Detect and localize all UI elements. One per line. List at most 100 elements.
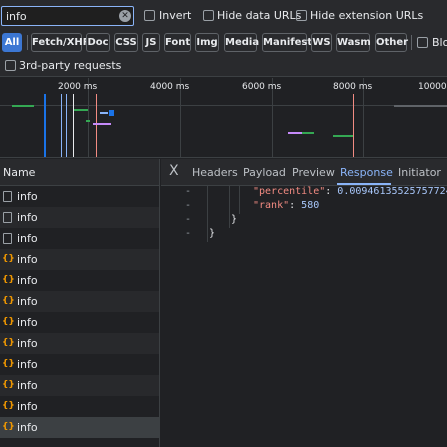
- dom-content-loaded-marker: [44, 94, 46, 157]
- timeline-tick-label: 10000 m: [418, 82, 447, 92]
- xhr-icon: {}: [2, 317, 15, 327]
- request-name: info: [17, 337, 38, 350]
- xhr-icon: {}: [2, 401, 15, 411]
- type-chip-css[interactable]: CSS: [114, 33, 138, 52]
- divider: [27, 35, 28, 50]
- close-icon[interactable]: X: [169, 163, 179, 179]
- request-row[interactable]: {} info: [0, 270, 159, 291]
- request-name: info: [17, 379, 38, 392]
- filter-toolbar: info ✕ Invert Hide data URLs Hide extens…: [0, 0, 447, 31]
- request-row[interactable]: {} info: [0, 291, 159, 312]
- block-requests-label: Blo: [432, 36, 447, 49]
- hide-data-urls-label: Hide data URLs: [217, 9, 302, 22]
- invert-label: Invert: [159, 9, 192, 22]
- tab-response[interactable]: Response: [340, 166, 393, 179]
- type-chip-js[interactable]: JS: [142, 33, 160, 52]
- code-line: - "rank": 580: [161, 200, 447, 214]
- clear-filter-icon[interactable]: ✕: [119, 10, 131, 22]
- request-bar: [333, 135, 353, 137]
- request-row[interactable]: {} info: [0, 333, 159, 354]
- request-name: info: [17, 421, 38, 434]
- request-row[interactable]: {} info: [0, 312, 159, 333]
- type-chip-manifest[interactable]: Manifest: [262, 33, 312, 52]
- request-name: info: [17, 358, 38, 371]
- request-bar: [86, 120, 90, 122]
- closing-brace: }: [231, 214, 238, 225]
- third-party-checkbox[interactable]: [5, 60, 16, 71]
- name-column-header[interactable]: Name: [0, 159, 160, 186]
- load-marker: [66, 94, 67, 157]
- filter-input[interactable]: info ✕: [1, 6, 134, 26]
- request-row[interactable]: {} info: [0, 249, 159, 270]
- divider: [411, 35, 412, 50]
- line-marker: -: [185, 200, 192, 211]
- tab-initiator[interactable]: Initiator: [398, 166, 441, 179]
- request-bar: [93, 123, 111, 125]
- line-marker: -: [185, 228, 192, 239]
- xhr-icon: {}: [2, 296, 15, 306]
- xhr-icon: {}: [2, 380, 15, 390]
- type-chip-img[interactable]: Img: [195, 33, 219, 52]
- type-chip-doc[interactable]: Doc: [86, 33, 110, 52]
- xhr-icon: {}: [2, 359, 15, 369]
- timeline-tick-label: 2000 ms: [58, 82, 98, 92]
- request-bar: [394, 105, 447, 107]
- hide-extension-urls-checkbox[interactable]: [296, 10, 307, 21]
- code-line: - }: [161, 228, 447, 242]
- request-name: info: [17, 211, 38, 224]
- line-marker: -: [185, 186, 192, 197]
- type-chip-font[interactable]: Font: [164, 33, 191, 52]
- third-party-label: 3rd-party requests: [19, 59, 122, 72]
- code-text: "percentile": 0.00946135525757724,: [253, 186, 447, 197]
- type-chip-all[interactable]: All: [2, 33, 22, 52]
- invert-checkbox[interactable]: [144, 10, 155, 21]
- document-icon: [3, 191, 12, 202]
- response-viewer[interactable]: - "percentile": 0.00946135525757724, - "…: [161, 186, 447, 447]
- name-column-label: Name: [3, 166, 36, 179]
- timeline-tick-label: 6000 ms: [242, 82, 282, 92]
- request-row-selected[interactable]: {} info: [0, 417, 159, 438]
- request-name: info: [17, 400, 38, 413]
- filter-input-value: info: [6, 10, 27, 23]
- hide-data-urls-checkbox[interactable]: [203, 10, 214, 21]
- json-number: 580: [301, 200, 320, 211]
- request-bar: [100, 112, 108, 114]
- request-row[interactable]: info: [0, 228, 159, 249]
- request-row[interactable]: {} info: [0, 354, 159, 375]
- request-row[interactable]: info: [0, 186, 159, 207]
- request-name: info: [17, 190, 38, 203]
- timeline-marker: [73, 94, 74, 157]
- timeline-overview[interactable]: 2000 ms 4000 ms 6000 ms 8000 ms 10000 m: [0, 78, 447, 158]
- detail-tabs: X Headers Payload Preview Response Initi…: [161, 159, 447, 186]
- xhr-icon: {}: [2, 275, 15, 285]
- type-chip-ws[interactable]: WS: [311, 33, 332, 52]
- request-row[interactable]: info: [0, 207, 159, 228]
- timeline-marker: [353, 94, 354, 157]
- tab-preview[interactable]: Preview: [292, 166, 335, 179]
- request-row[interactable]: {} info: [0, 375, 159, 396]
- type-chip-fetch-xhr[interactable]: Fetch/XHR: [31, 33, 90, 52]
- request-name: info: [17, 295, 38, 308]
- json-separator: :: [325, 186, 338, 197]
- timeline-tick-label: 8000 ms: [333, 82, 373, 92]
- json-key: "rank": [253, 200, 290, 211]
- tab-payload[interactable]: Payload: [243, 166, 286, 179]
- resource-type-filters: All Fetch/XHR Doc CSS JS Font Img Media …: [0, 31, 447, 55]
- request-bar: [302, 132, 314, 134]
- type-chip-other[interactable]: Other: [375, 33, 408, 52]
- timeline-marker: [96, 94, 97, 157]
- block-requests-checkbox[interactable]: [417, 37, 428, 48]
- tab-headers[interactable]: Headers: [192, 166, 238, 179]
- json-key: "percentile": [253, 186, 326, 197]
- request-name: info: [17, 232, 38, 245]
- code-text: "rank": 580: [253, 200, 319, 211]
- request-bar: [74, 109, 88, 111]
- document-icon: [3, 212, 12, 223]
- request-bar: [109, 110, 114, 116]
- line-marker: -: [185, 214, 192, 225]
- type-chip-media[interactable]: Media: [224, 33, 259, 52]
- type-chip-wasm[interactable]: Wasm: [336, 33, 371, 52]
- request-row[interactable]: {} info: [0, 396, 159, 417]
- json-number: 0.00946135525757724: [337, 186, 447, 197]
- closing-brace: }: [209, 228, 216, 239]
